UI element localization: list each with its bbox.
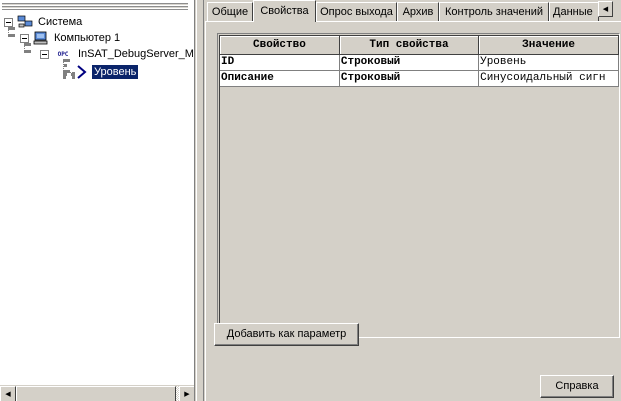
- properties-grid[interactable]: Свойство Тип свойства Значение ID Строко…: [217, 33, 620, 338]
- tree-node-label: InSAT_DebugServer_M: [78, 48, 194, 60]
- tab-archive[interactable]: Архив: [397, 2, 439, 22]
- tab-properties[interactable]: Свойства: [253, 0, 316, 22]
- tree-panel: Система Компьютер 1 OPC InSAT_DebugServe…: [0, 0, 195, 401]
- tree-node-level[interactable]: Уровень: [75, 64, 139, 80]
- cell-property[interactable]: Описание: [220, 70, 340, 87]
- tab-data[interactable]: Данные: [549, 2, 599, 22]
- computer-icon: [33, 31, 49, 45]
- tree-node-label: Система: [38, 16, 83, 28]
- cell-type[interactable]: Строковый: [339, 54, 480, 71]
- tree-node-computer[interactable]: Компьютер 1: [20, 30, 122, 46]
- collapse-icon[interactable]: [20, 33, 29, 43]
- tab-poll-output[interactable]: Опрос выхода: [316, 2, 397, 22]
- collapse-icon[interactable]: [40, 49, 49, 59]
- network-icon: [17, 15, 33, 29]
- tree-node-opc-server[interactable]: OPC InSAT_DebugServer_M: [40, 46, 194, 62]
- column-header-value[interactable]: Значение: [478, 36, 619, 55]
- tab-value-control[interactable]: Контроль значений: [439, 2, 549, 22]
- opc-server-icon: OPC: [57, 50, 69, 58]
- column-header-property[interactable]: Свойство: [220, 36, 340, 55]
- table-row[interactable]: ID Строковый Уровень: [220, 54, 619, 71]
- tab-general[interactable]: Общие: [207, 2, 253, 22]
- tree-node-label: Уровень: [92, 65, 139, 79]
- tree-horizontal-scrollbar[interactable]: ◀ ▶: [0, 385, 194, 401]
- tree-node-label: Компьютер 1: [54, 32, 121, 44]
- grid-header-row: Свойство Тип свойства Значение: [220, 36, 619, 55]
- cell-value[interactable]: Уровень: [478, 54, 619, 71]
- cell-property[interactable]: ID: [220, 54, 340, 71]
- tag-arrow-icon: [75, 65, 89, 79]
- tab-page-properties: Свойство Тип свойства Значение ID Строко…: [205, 21, 621, 401]
- cell-value[interactable]: Синусоидальный сигн: [478, 70, 619, 87]
- pane-splitter[interactable]: [196, 0, 204, 401]
- tab-strip: Общие Свойства Опрос выхода Архив Контро…: [205, 0, 621, 22]
- collapse-icon[interactable]: [4, 17, 13, 27]
- column-header-type[interactable]: Тип свойства: [339, 36, 480, 55]
- help-button[interactable]: Справка: [540, 375, 614, 398]
- properties-table: Свойство Тип свойства Значение ID Строко…: [220, 36, 619, 87]
- panel-grip[interactable]: [2, 2, 188, 10]
- scroll-right-icon[interactable]: ▶: [179, 386, 194, 401]
- properties-panel: Общие Свойства Опрос выхода Архив Контро…: [205, 0, 621, 401]
- scroll-left-icon[interactable]: ◀: [0, 386, 16, 401]
- cell-type[interactable]: Строковый: [339, 70, 480, 87]
- tree-node-system[interactable]: Система: [4, 14, 84, 30]
- add-as-parameter-button[interactable]: Добавить как параметр: [214, 323, 359, 346]
- table-row[interactable]: Описание Строковый Синусоидальный сигн: [220, 70, 619, 87]
- scrollbar-thumb[interactable]: [16, 386, 176, 401]
- tab-scroll-left-icon[interactable]: ◀: [598, 1, 613, 17]
